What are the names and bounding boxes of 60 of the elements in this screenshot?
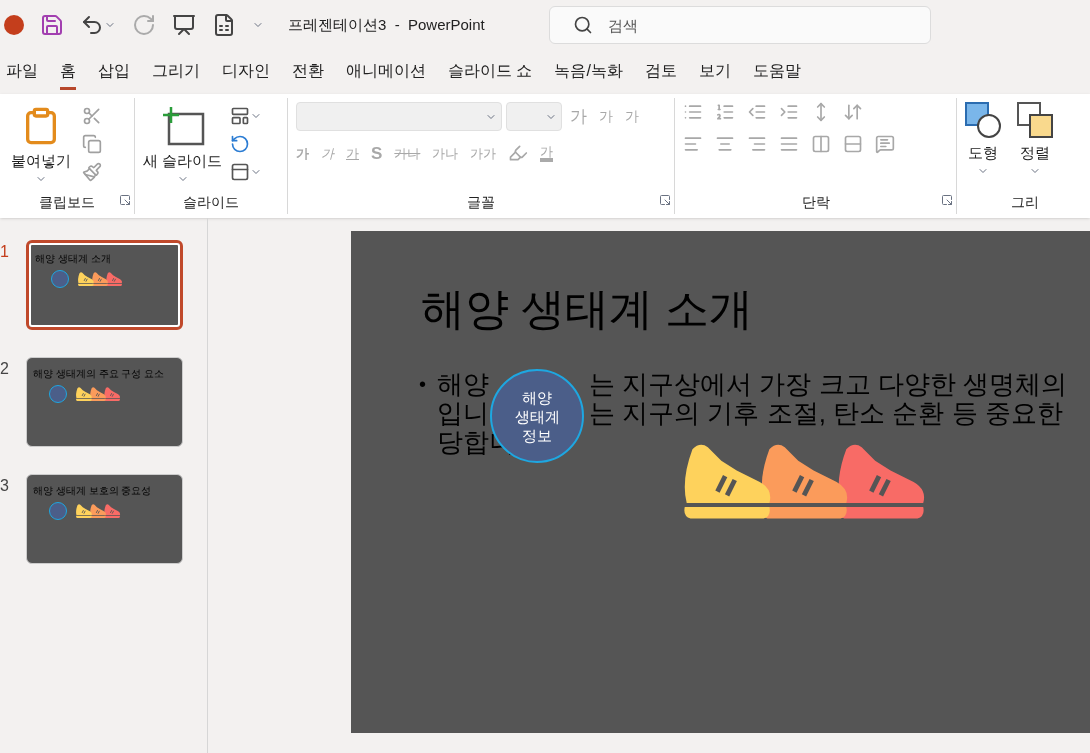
sneakers-drawing: [77, 271, 123, 287]
group-label: 글꼴: [467, 192, 495, 212]
dialog-launcher-icon[interactable]: [659, 194, 671, 206]
window-title: 프레젠테이션3 - PowerPoint: [288, 14, 485, 35]
search-field[interactable]: 검색: [548, 6, 931, 44]
badge-icon: [51, 270, 69, 288]
new-slide-icon: [160, 106, 205, 146]
group-label: 클립보드: [39, 192, 95, 212]
scissors-icon[interactable]: [82, 106, 102, 126]
badge-icon: [49, 502, 67, 520]
layout-icon[interactable]: [230, 106, 251, 126]
section-icon[interactable]: [230, 162, 251, 182]
body-text: 는 지구의 기후 조절, 탄소 순환 등 중요한: [589, 398, 1063, 428]
search-icon: [572, 15, 593, 35]
group-label: 그리: [1011, 192, 1039, 212]
undo-icon[interactable]: [80, 13, 104, 37]
menu-tab[interactable]: 도움말: [752, 59, 801, 90]
shapes-icon: [965, 102, 1001, 138]
badge-text: 생태계: [514, 406, 560, 426]
menu-tab[interactable]: 홈: [60, 59, 76, 90]
slide-number: 1: [0, 242, 10, 262]
reset-icon[interactable]: [230, 134, 251, 154]
badge-icon: [49, 385, 67, 403]
badge-text: 정보: [522, 425, 552, 445]
slide-title: 해양 생태계 소개: [421, 283, 755, 335]
bullet-mark: •: [419, 372, 427, 397]
menu-tab[interactable]: 그리기: [152, 59, 200, 90]
group-label: 단락: [801, 192, 830, 212]
slide-number: 3: [0, 476, 10, 496]
redo-icon[interactable]: [132, 13, 156, 37]
arrange-icon: [1017, 102, 1053, 138]
slideshow-icon[interactable]: [172, 13, 196, 37]
body-text: 입니: [437, 398, 489, 428]
menu-tab[interactable]: 슬라이드 쇼: [448, 59, 533, 90]
group-label: 슬라이드: [183, 192, 239, 212]
menu-tab[interactable]: 검토: [644, 59, 677, 90]
menu-tab[interactable]: 녹음/녹화: [554, 59, 623, 90]
shape-tool-button[interactable]: 정렬: [1017, 102, 1053, 177]
app-logo-icon: [4, 15, 24, 35]
menu-tab[interactable]: 보기: [698, 59, 731, 90]
dialog-launcher-icon[interactable]: [941, 194, 953, 206]
slide-number: 2: [0, 359, 10, 379]
sneakers-drawing: [75, 386, 121, 402]
new-slide-button[interactable]: 새 슬라이드: [143, 102, 223, 185]
menu-tab[interactable]: 삽입: [98, 59, 130, 90]
shape-tool-button[interactable]: 도형: [965, 102, 1001, 177]
dialog-launcher-icon[interactable]: [119, 194, 131, 206]
save-icon[interactable]: [40, 13, 64, 37]
menu-tab[interactable]: 애니메이션: [346, 59, 426, 90]
document-icon[interactable]: [212, 13, 236, 37]
sneakers-drawing: [75, 503, 121, 519]
paintbrush-icon[interactable]: [82, 162, 102, 182]
paste-button[interactable]: 붙여넣기: [8, 102, 74, 190]
menu-tab[interactable]: 디자인: [222, 59, 270, 90]
copy-icon[interactable]: [82, 134, 102, 154]
badge-text: 해양: [522, 387, 552, 407]
menu-tab[interactable]: 파일: [6, 59, 38, 90]
body-text: 해양: [437, 369, 489, 399]
body-text: 는 지구상에서 가장 크고 다양한 생명체의: [589, 369, 1068, 399]
menu-tab[interactable]: 전환: [292, 59, 324, 90]
